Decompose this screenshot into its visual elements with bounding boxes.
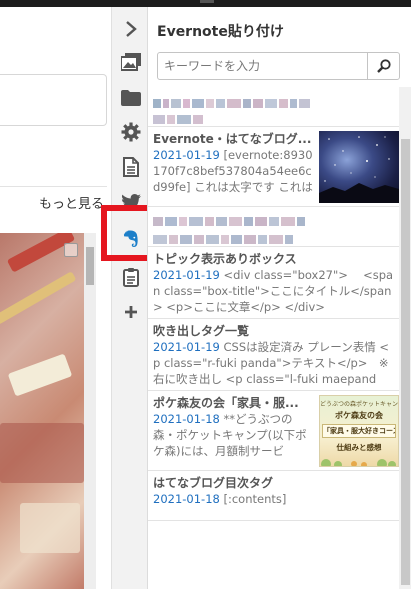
note-item[interactable]: 吹き出しタグ一覧 2021-01-19 CSSは設定済み プレーン表情 <p c… — [148, 319, 399, 391]
evernote-paste-window: もっと見る Evernote貼り付け キーワードを入力 Evernote・はてな… — [0, 0, 411, 589]
note-date: 2021-01-18 — [153, 492, 220, 506]
redacted-text — [153, 109, 205, 124]
note-list: Evernote・はてなブログ... 2021-01-19 [evernote:… — [148, 87, 399, 589]
thumbnail-decoration — [321, 459, 396, 466]
note-body: 2021-01-19 CSSは設定済み プレーン表情 <p class="r-f… — [153, 339, 394, 390]
plus-icon[interactable] — [121, 302, 141, 322]
editor-divider — [0, 186, 107, 187]
twitter-icon[interactable] — [121, 192, 141, 212]
editor-scrollbar[interactable] — [84, 233, 96, 589]
note-item[interactable]: Evernote・はてなブログ... 2021-01-19 [evernote:… — [148, 127, 399, 207]
evernote-icon[interactable] — [121, 229, 141, 249]
note-title: ポケ森友の会「家具・服... — [153, 396, 299, 410]
note-item-redacted[interactable] — [148, 87, 399, 127]
editor-photo — [0, 233, 84, 589]
note-thumbnail: どうぶつの森ポケットキャンプ ポケ森友の会 「家具・服大好きコース」の 仕組みと… — [319, 395, 399, 467]
copy-icon[interactable] — [64, 243, 78, 257]
thumbnail-caption: 仕組みと感想 — [336, 443, 382, 452]
note-title: トピック表示ありボックス — [153, 252, 297, 266]
note-excerpt: [:contents] — [223, 492, 287, 506]
note-date: 2021-01-19 — [153, 340, 220, 354]
thumbnail-caption: 「家具・服大好きコース」の — [322, 424, 396, 438]
panel-scrollbar[interactable] — [399, 87, 411, 589]
more-link[interactable]: もっと見る — [12, 193, 104, 212]
document-icon[interactable] — [121, 157, 141, 177]
note-title: Evernote・はてなブログ... — [153, 132, 312, 146]
panel-title: Evernote貼り付け — [157, 24, 284, 40]
chevron-right-icon[interactable] — [121, 19, 141, 39]
clipboard-icon[interactable] — [121, 267, 141, 287]
search-input[interactable] — [158, 53, 368, 79]
thumbnail-caption: どうぶつの森ポケットキャンプ — [320, 401, 398, 408]
editor-text-box[interactable] — [0, 74, 107, 126]
note-body: 2021-01-19 <div class="box27"> <span cla… — [153, 267, 394, 315]
note-item-redacted[interactable] — [148, 207, 399, 247]
note-thumbnail — [319, 131, 399, 203]
top-bar-handle — [200, 0, 214, 3]
note-item[interactable]: トピック表示ありボックス 2021-01-19 <div class="box2… — [148, 247, 399, 319]
note-body: 2021-01-18 **どうぶつの森・ポケットキャンプ(以下ポケ森)には、月額… — [153, 411, 314, 459]
note-title: 吹き出しタグ一覧 — [153, 324, 250, 338]
window-top-bar — [0, 0, 411, 7]
search-button[interactable] — [367, 53, 399, 79]
image-icon[interactable] — [121, 52, 141, 72]
note-item[interactable]: ポケ森友の会「家具・服... 2021-01-18 **どうぶつの森・ポケットキ… — [148, 391, 399, 471]
note-item[interactable]: はてなブログ目次タグ 2021-01-18 [:contents] — [148, 471, 399, 521]
panel-scroll-thumb[interactable] — [401, 139, 410, 585]
thumbnail-caption: ポケ森友の会 — [335, 411, 383, 420]
search-icon — [376, 59, 391, 73]
tool-rail — [111, 7, 147, 589]
redacted-text — [153, 229, 295, 244]
note-date: 2021-01-19 — [153, 268, 220, 282]
editor-pane: もっと見る — [0, 7, 111, 589]
gear-icon[interactable] — [121, 122, 141, 142]
evernote-panel: Evernote貼り付け Evernote・はてなブログ... — [147, 7, 411, 589]
note-title: はてなブログ目次タグ — [153, 476, 274, 490]
redacted-text — [153, 93, 312, 108]
note-date: 2021-01-19 — [153, 148, 220, 162]
note-body: 2021-01-18 [:contents] — [153, 491, 394, 507]
search-box — [157, 52, 400, 80]
folder-icon[interactable] — [121, 88, 141, 108]
note-body: 2021-01-19 [evernote:8930170f7c8bef53780… — [153, 147, 314, 195]
editor-scroll-thumb[interactable] — [86, 247, 94, 285]
redacted-text — [153, 211, 307, 226]
note-date: 2021-01-18 — [153, 412, 220, 426]
